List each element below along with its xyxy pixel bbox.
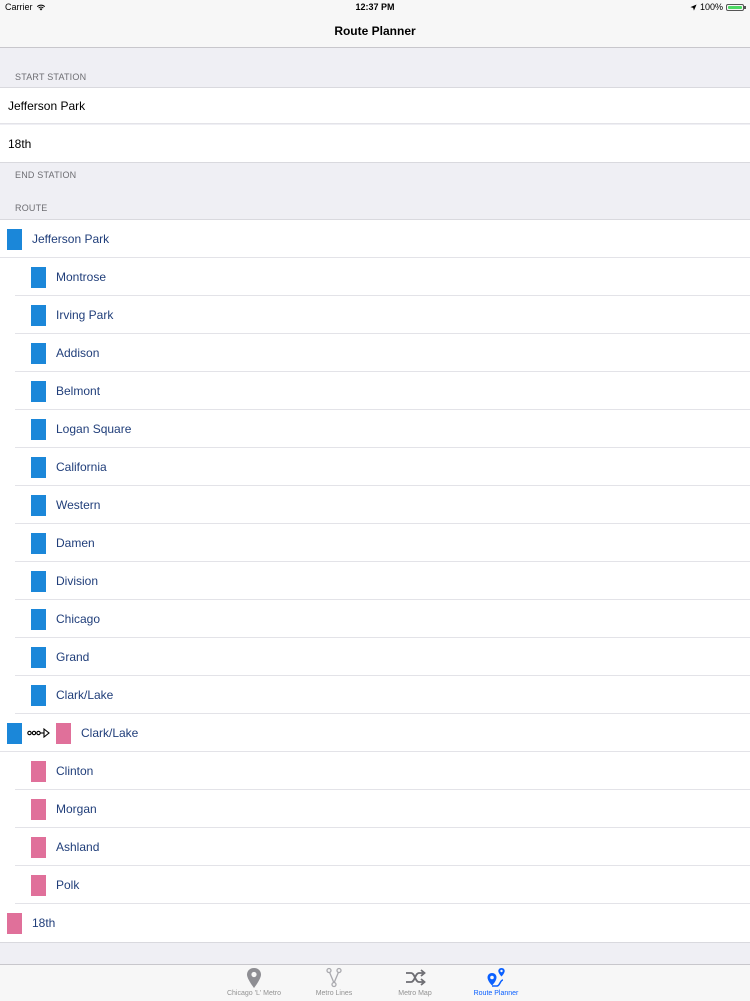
- tab-label: Metro Map: [398, 990, 432, 997]
- end-station-value: 18th: [8, 136, 32, 151]
- route-stop-row[interactable]: Belmont: [0, 372, 750, 410]
- route-stop-row[interactable]: Ashland: [0, 828, 750, 866]
- route-stop-row[interactable]: Clark/Lake: [0, 676, 750, 714]
- location-arrow-icon: [690, 3, 697, 11]
- blue-line-marker: [31, 647, 46, 668]
- end-station-header: END STATION: [0, 164, 750, 184]
- route-stop-row[interactable]: Chicago: [0, 600, 750, 638]
- stop-label: Division: [56, 574, 99, 588]
- origin-station-label: Jefferson Park: [32, 232, 110, 246]
- route-stop-row[interactable]: Grand: [0, 638, 750, 676]
- route-stop-row[interactable]: California: [0, 448, 750, 486]
- pink-line-marker: [31, 837, 46, 858]
- stop-label: Polk: [56, 878, 80, 892]
- stop-label: Morgan: [56, 802, 97, 816]
- tab-metro-lines[interactable]: Metro Lines: [294, 965, 374, 1001]
- blue-line-marker: [31, 571, 46, 592]
- end-station-header-label: END STATION: [15, 170, 77, 180]
- start-station-field[interactable]: Jefferson Park: [0, 87, 750, 124]
- stop-label: Grand: [56, 650, 90, 664]
- status-bar: Carrier 12:37 PM 100%: [0, 0, 750, 14]
- status-time: 12:37 PM: [355, 2, 395, 12]
- page-title: Route Planner: [334, 23, 416, 38]
- status-right: 100%: [690, 0, 746, 14]
- route-stop-row[interactable]: Clinton: [0, 752, 750, 790]
- stop-label: Clark/Lake: [56, 688, 114, 702]
- stop-label: Logan Square: [56, 422, 132, 436]
- transfer-station-label: Clark/Lake: [81, 726, 139, 740]
- blue-line-marker: [31, 381, 46, 402]
- blue-line-marker: [7, 229, 22, 250]
- blue-line-marker: [31, 343, 46, 364]
- route-stop-row[interactable]: Logan Square: [0, 410, 750, 448]
- branch-lines-icon: [326, 967, 342, 988]
- blue-line-marker: [31, 533, 46, 554]
- blue-line-marker: [7, 723, 22, 744]
- pink-line-marker: [7, 913, 22, 934]
- route-stop-row[interactable]: Addison: [0, 334, 750, 372]
- route-list: Jefferson Park Montrose Irving Park Addiso…: [0, 219, 750, 943]
- tab-label: Route Planner: [473, 990, 519, 997]
- stop-label: Damen: [56, 536, 95, 550]
- blue-line-marker: [31, 457, 46, 478]
- route-transfer-row[interactable]: Clark/Lake: [0, 714, 750, 752]
- stop-label: Montrose: [56, 270, 107, 284]
- route-stop-row[interactable]: Irving Park: [0, 296, 750, 334]
- route-stop-row[interactable]: Morgan: [0, 790, 750, 828]
- map-pin-icon: [247, 968, 261, 988]
- tab-chicago-l-metro[interactable]: Chicago 'L' Metro: [214, 965, 294, 1001]
- route-header: ROUTE: [0, 197, 750, 217]
- tab-label: Chicago 'L' Metro: [226, 990, 282, 997]
- start-station-header-label: START STATION: [15, 72, 87, 82]
- blue-line-marker: [31, 495, 46, 516]
- shuffle-icon: [406, 969, 426, 986]
- stop-label: Belmont: [56, 384, 101, 398]
- route-stop-row[interactable]: Western: [0, 486, 750, 524]
- stop-label: California: [56, 460, 107, 474]
- tab-bar: Chicago 'L' Metro Metro Lines Metro Map …: [0, 964, 750, 1001]
- blue-line-marker: [31, 685, 46, 706]
- route-stop-row[interactable]: Division: [0, 562, 750, 600]
- destination-station-label: 18th: [32, 916, 56, 930]
- stop-label: Western: [56, 498, 101, 512]
- battery-percent: 100%: [699, 2, 723, 12]
- stop-label: Chicago: [56, 612, 101, 626]
- pink-line-marker: [31, 875, 46, 896]
- start-station-header: START STATION: [0, 66, 750, 86]
- route-stop-row[interactable]: Damen: [0, 524, 750, 562]
- tab-metro-map[interactable]: Metro Map: [375, 965, 455, 1001]
- tab-label: Metro Lines: [315, 990, 353, 997]
- blue-line-marker: [31, 305, 46, 326]
- route-origin-row[interactable]: Jefferson Park: [0, 220, 750, 258]
- transfer-arrow-icon: [27, 728, 50, 738]
- stop-label: Addison: [56, 346, 100, 360]
- stop-label: Ashland: [56, 840, 100, 854]
- pink-line-marker: [56, 723, 71, 744]
- route-header-label: ROUTE: [15, 203, 48, 213]
- start-station-value: Jefferson Park: [8, 98, 86, 113]
- battery-icon: [726, 3, 746, 11]
- route-stop-row[interactable]: Polk: [0, 866, 750, 904]
- tab-route-planner[interactable]: Route Planner: [456, 965, 536, 1001]
- route-destination-row[interactable]: 18th: [0, 904, 750, 942]
- blue-line-marker: [31, 419, 46, 440]
- blue-line-marker: [31, 609, 46, 630]
- navigation-bar: Route Planner: [0, 14, 750, 48]
- blue-line-marker: [31, 267, 46, 288]
- end-station-field[interactable]: 18th: [0, 125, 750, 163]
- pink-line-marker: [31, 761, 46, 782]
- stop-label: Clinton: [56, 764, 94, 778]
- route-planner-icon: [487, 968, 505, 987]
- stop-label: Irving Park: [56, 308, 114, 322]
- route-stop-row[interactable]: Montrose: [0, 258, 750, 296]
- pink-line-marker: [31, 799, 46, 820]
